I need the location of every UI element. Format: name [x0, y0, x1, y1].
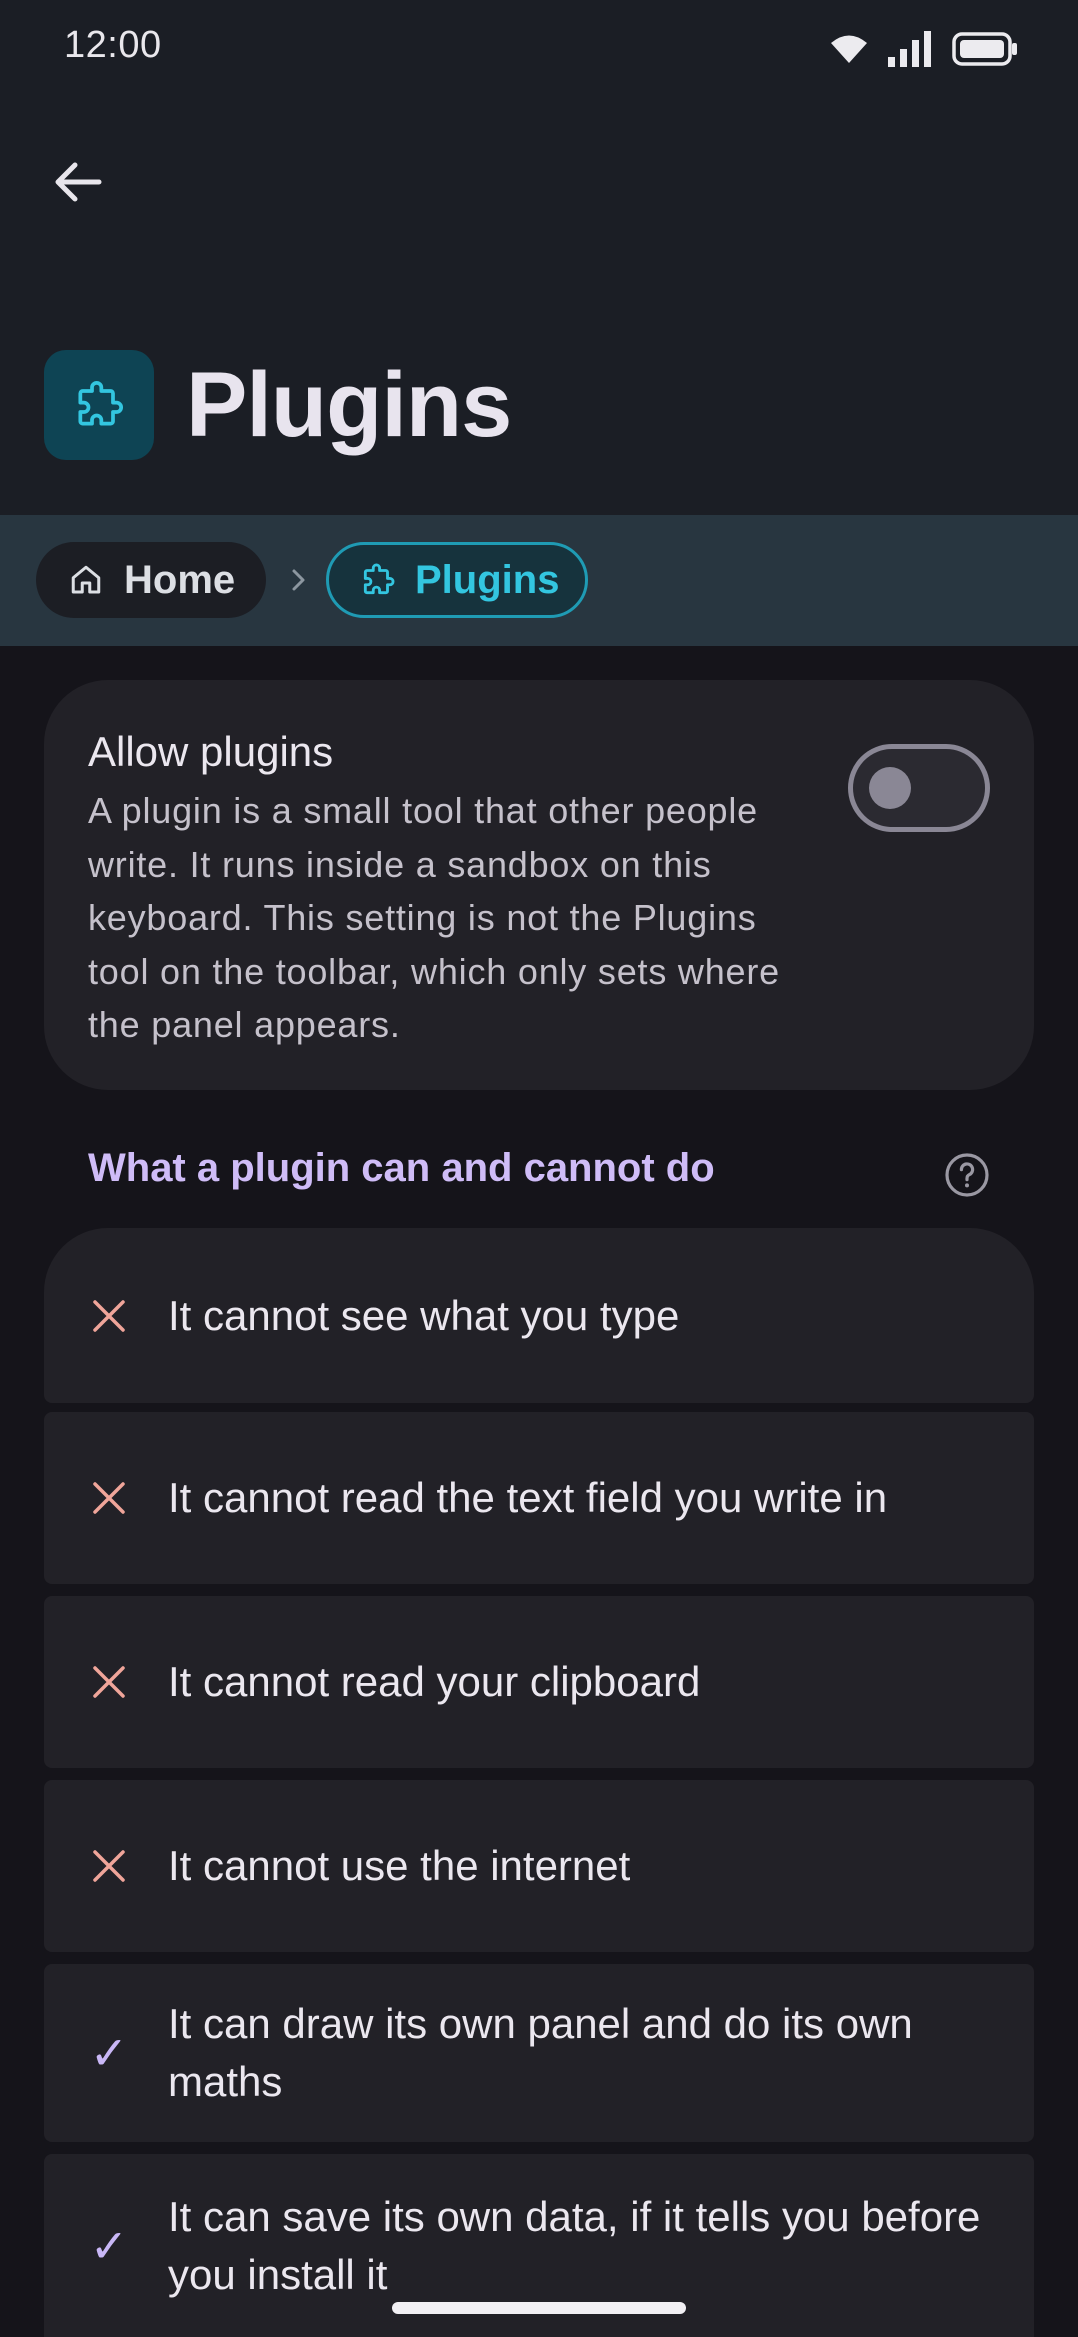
plugins-screen: 12:00 Plugins Home Plugins Allow plugins…: [0, 0, 1078, 2337]
breadcrumb-plugins-chip[interactable]: Plugins: [326, 542, 588, 618]
allow-plugins-card[interactable]: Allow plugins A plugin is a small tool t…: [44, 680, 1034, 1090]
capability-text: It can draw its own panel and do its own…: [168, 2000, 913, 2105]
capability-text: It cannot read the text field you write …: [168, 1474, 888, 1521]
capability-row: It cannot see what you type: [44, 1228, 1034, 1403]
title-icon-badge: [44, 350, 154, 460]
chevron-right-icon: [292, 569, 305, 591]
home-icon: [71, 565, 101, 594]
breadcrumb-home-chip[interactable]: Home: [36, 542, 266, 618]
capability-row: It cannot use the internet: [44, 1780, 1034, 1952]
allow-plugins-toggle[interactable]: [848, 744, 990, 832]
check-icon: ✓: [89, 2218, 129, 2273]
wifi-icon: [831, 35, 867, 63]
close-icon: [86, 1293, 132, 1339]
page-title: Plugins: [186, 353, 512, 456]
status-bar: 12:00: [0, 0, 1078, 96]
breadcrumb: Home Plugins: [0, 515, 1078, 646]
check-icon: ✓: [89, 2026, 129, 2080]
section-title: What a plugin can and cannot do: [88, 1146, 715, 1190]
puzzle-icon: [78, 381, 123, 426]
allow-plugins-description: A plugin is a small tool that other peop…: [88, 790, 780, 1045]
breadcrumb-home-label: Home: [124, 557, 236, 602]
capability-text: It cannot read your clipboard: [168, 1658, 701, 1705]
capability-text: It cannot see what you type: [168, 1291, 680, 1339]
close-icon: [86, 1475, 132, 1521]
status-icons: [830, 30, 1018, 68]
capability-row: ✓ It can draw its own panel and do its ow…: [44, 1964, 1034, 2142]
capability-row: It cannot read your clipboard: [44, 1596, 1034, 1768]
help-button[interactable]: [940, 1148, 994, 1202]
signal-icon: [888, 31, 931, 67]
back-button[interactable]: [36, 140, 120, 224]
status-time: 12:00: [64, 24, 162, 66]
top-app-bar: 12:00 Plugins: [0, 0, 1078, 515]
capability-text: It cannot use the internet: [168, 1842, 631, 1889]
capability-text: It can save its own data, if it tells yo…: [168, 2192, 981, 2298]
puzzle-icon: [363, 563, 395, 595]
battery-icon: [952, 32, 1017, 66]
home-indicator[interactable]: [392, 2302, 686, 2314]
help-circle-icon: [945, 1153, 989, 1197]
allow-plugins-title: Allow plugins: [88, 728, 334, 775]
breadcrumb-plugins-label: Plugins: [415, 557, 560, 602]
close-icon: [86, 1843, 132, 1889]
toggle-knob: [869, 767, 911, 809]
capability-row: It cannot read the text field you write …: [44, 1412, 1034, 1584]
breadcrumb-separator: [284, 542, 314, 618]
arrow-left-icon: [55, 162, 102, 202]
close-icon: [86, 1659, 132, 1705]
